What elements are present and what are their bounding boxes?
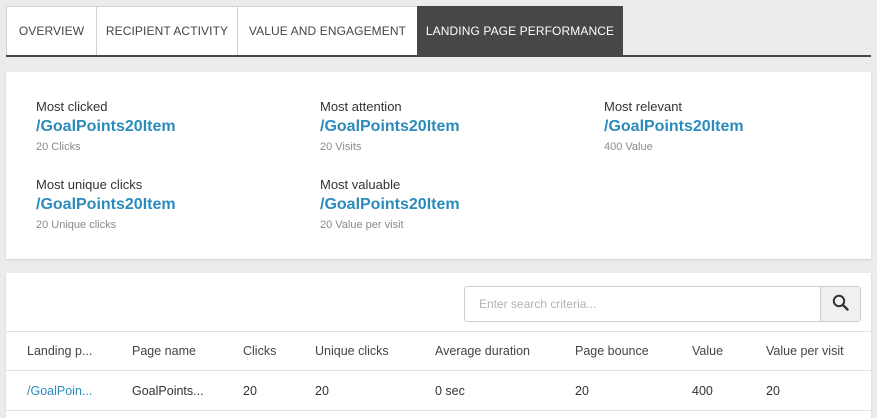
landing-pages-panel: Landing p... Page name Clicks Unique cli… <box>6 273 871 418</box>
metric-label: Most clicked <box>36 99 108 114</box>
metric-sub: 20 Clicks <box>36 141 81 153</box>
metric-most-clicked: Most clicked /GoalPoints20Item 20 Clicks <box>36 98 176 156</box>
cell-page-bounce: 20 <box>575 383 589 398</box>
highlights-card: Most clicked /GoalPoints20Item 20 Clicks… <box>6 72 871 259</box>
column-header-value[interactable]: Value <box>692 332 742 370</box>
tab-bar: OVERVIEW RECIPIENT ACTIVITY VALUE AND EN… <box>6 6 871 57</box>
column-header-average-duration[interactable]: Average duration <box>435 332 555 370</box>
table-header: Landing p... Page name Clicks Unique cli… <box>6 331 871 371</box>
metric-link[interactable]: /GoalPoints20Item <box>36 116 176 138</box>
cell-value: 400 <box>692 383 713 398</box>
metric-most-unique-clicks: Most unique clicks /GoalPoints20Item 20 … <box>36 176 176 234</box>
metric-most-relevant: Most relevant /GoalPoints20Item 400 Valu… <box>604 98 744 156</box>
cell-average-duration: 0 sec <box>435 383 465 398</box>
column-header-clicks[interactable]: Clicks <box>243 332 293 370</box>
cell-unique-clicks: 20 <box>315 383 329 398</box>
metric-link[interactable]: /GoalPoints20Item <box>320 194 460 216</box>
metric-link[interactable]: /GoalPoints20Item <box>320 116 460 138</box>
metric-sub: 400 Value <box>604 141 653 153</box>
column-header-page-bounce[interactable]: Page bounce <box>575 332 675 370</box>
metric-sub: 20 Unique clicks <box>36 219 117 231</box>
cell-landing-page[interactable]: /GoalPoin... <box>27 371 107 410</box>
column-header-value-per-visit[interactable]: Value per visit <box>766 332 866 370</box>
tab-overview[interactable]: OVERVIEW <box>6 6 97 55</box>
column-header-page-name[interactable]: Page name <box>132 332 222 370</box>
metric-link[interactable]: /GoalPoints20Item <box>36 194 176 216</box>
metric-most-valuable: Most valuable /GoalPoints20Item 20 Value… <box>320 176 460 234</box>
tab-recipient-activity[interactable]: RECIPIENT ACTIVITY <box>96 6 238 55</box>
metric-label: Most valuable <box>320 177 401 192</box>
cell-page-name: GoalPoints... <box>132 383 204 398</box>
tab-value-and-engagement[interactable]: VALUE AND ENGAGEMENT <box>237 6 418 55</box>
cell-clicks: 20 <box>243 383 257 398</box>
cell-value-per-visit: 20 <box>766 383 780 398</box>
metric-sub: 20 Value per visit <box>320 219 404 231</box>
metric-most-attention: Most attention /GoalPoints20Item 20 Visi… <box>320 98 460 156</box>
metric-label: Most attention <box>320 99 402 114</box>
column-header-landing-page[interactable]: Landing p... <box>27 332 99 370</box>
metric-label: Most unique clicks <box>36 177 143 192</box>
search-button[interactable] <box>820 286 861 322</box>
search-box <box>464 286 861 322</box>
tab-landing-page-performance[interactable]: LANDING PAGE PERFORMANCE <box>417 6 623 55</box>
metric-label: Most relevant <box>604 99 683 114</box>
table-row[interactable]: /GoalPoin... GoalPoints... 20 20 0 sec 2… <box>6 371 871 411</box>
metric-link[interactable]: /GoalPoints20Item <box>604 116 744 138</box>
search-input[interactable] <box>464 286 820 322</box>
column-header-unique-clicks[interactable]: Unique clicks <box>315 332 415 370</box>
search-icon <box>832 294 849 314</box>
metric-sub: 20 Visits <box>320 141 362 153</box>
